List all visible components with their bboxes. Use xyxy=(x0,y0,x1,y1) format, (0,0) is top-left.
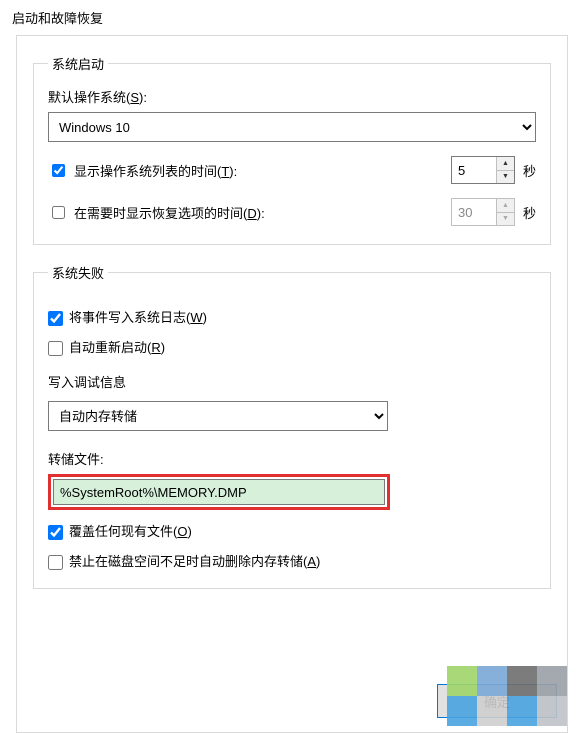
debug-info-label: 写入调试信息 xyxy=(48,372,536,391)
show-recovery-label: 在需要时显示恢复选项的时间(D): xyxy=(74,203,265,222)
seconds-unit: 秒 xyxy=(523,203,536,222)
write-eventlog-label: 将事件写入系统日志(W) xyxy=(69,310,207,326)
no-autodelete-label: 禁止在磁盘空间不足时自动删除内存转储(A) xyxy=(69,554,320,570)
overwrite-label: 覆盖任何现有文件(O) xyxy=(69,524,192,540)
show-os-list-seconds-spinner[interactable]: ▲ ▼ xyxy=(451,156,515,184)
ok-button[interactable]: 确定 xyxy=(437,684,557,718)
dialog-buttons: 确定 xyxy=(437,684,557,718)
dump-file-label: 转储文件: xyxy=(48,449,536,468)
show-os-list-checkbox[interactable] xyxy=(52,164,65,177)
overwrite-checkbox[interactable] xyxy=(48,525,63,540)
show-recovery-seconds-spinner: ▲ ▼ xyxy=(451,198,515,226)
spinner-up-icon[interactable]: ▲ xyxy=(497,157,514,170)
seconds-unit: 秒 xyxy=(523,161,536,180)
write-eventlog-checkbox[interactable] xyxy=(48,311,63,326)
group-system-startup: 系统启动 默认操作系统(S): Windows 10 显示操作系统列表的时间(T… xyxy=(33,54,551,245)
legend-system-failure: 系统失败 xyxy=(48,263,108,282)
show-os-list-seconds-input[interactable] xyxy=(452,157,496,183)
dialog-body: 系统启动 默认操作系统(S): Windows 10 显示操作系统列表的时间(T… xyxy=(16,35,568,733)
default-os-label: 默认操作系统(S): xyxy=(48,87,536,106)
spinner-up-icon: ▲ xyxy=(497,199,514,212)
auto-restart-checkbox[interactable] xyxy=(48,341,63,356)
debug-info-select[interactable]: 自动内存转储 xyxy=(48,401,388,431)
show-recovery-checkbox[interactable] xyxy=(52,206,65,219)
no-autodelete-checkbox[interactable] xyxy=(48,555,63,570)
default-os-select[interactable]: Windows 10 xyxy=(48,112,536,142)
auto-restart-label: 自动重新启动(R) xyxy=(69,340,165,356)
dump-file-input[interactable] xyxy=(53,479,385,505)
show-recovery-seconds-input xyxy=(452,199,496,225)
dump-file-highlight xyxy=(48,474,390,510)
dialog-title: 启动和故障恢复 xyxy=(0,0,576,35)
spinner-down-icon: ▼ xyxy=(497,212,514,226)
legend-system-startup: 系统启动 xyxy=(48,54,108,73)
show-os-list-label: 显示操作系统列表的时间(T): xyxy=(74,161,237,180)
spinner-down-icon[interactable]: ▼ xyxy=(497,170,514,184)
group-system-failure: 系统失败 将事件写入系统日志(W) 自动重新启动(R) 写入调试信息 自动内存转… xyxy=(33,263,551,589)
